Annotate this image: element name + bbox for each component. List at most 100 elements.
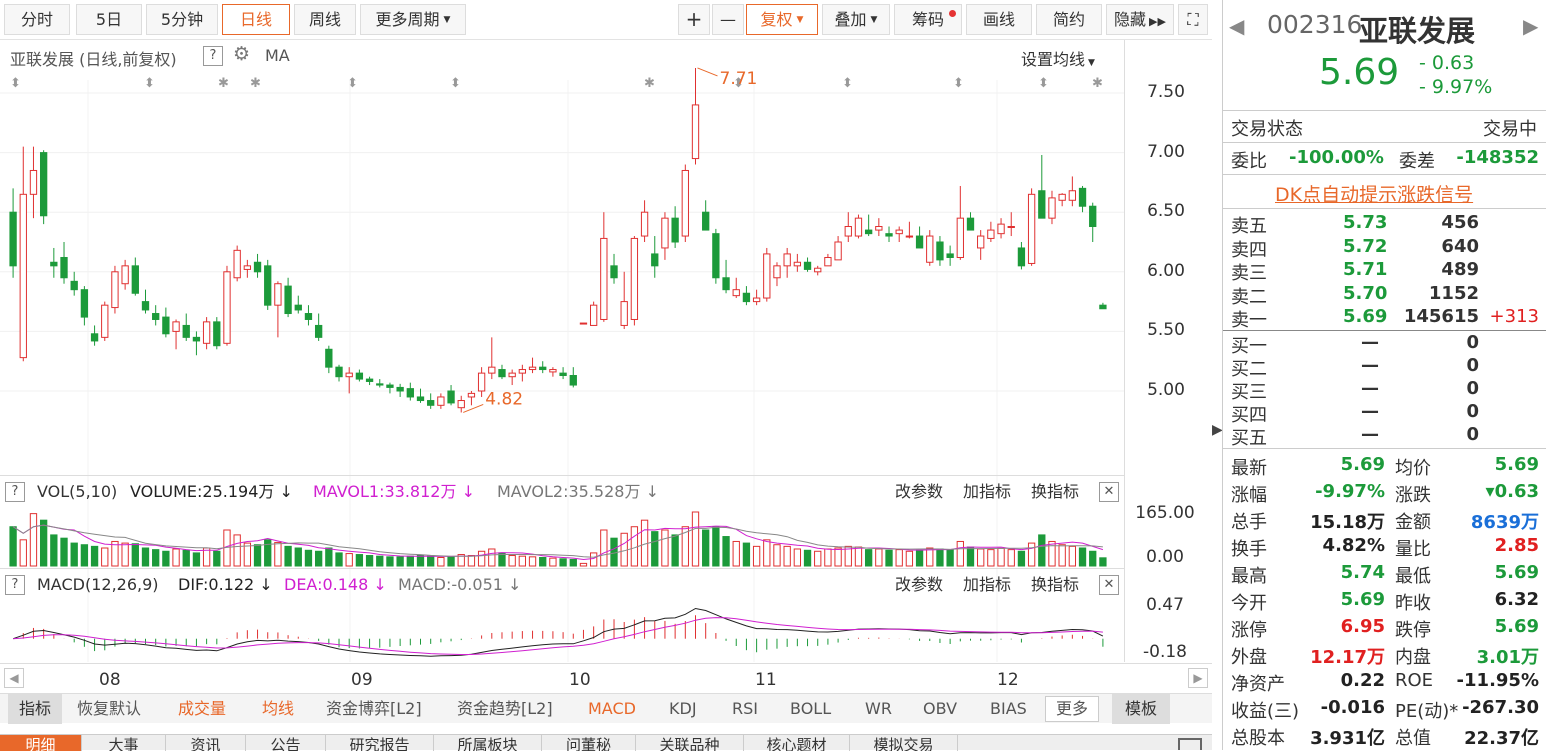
obv-indicator-button[interactable]: OBV [923, 694, 957, 724]
candle-body [111, 271, 119, 309]
period-button-fenshi[interactable]: 分时 [4, 4, 70, 35]
more-periods-dropdown[interactable]: 更多周期 ▼ [360, 4, 466, 35]
macd-indicator-button[interactable]: MACD [588, 694, 636, 724]
fullscreen-icon[interactable]: ⛶ [1178, 4, 1208, 35]
restore-default-button[interactable]: 恢复默认 [77, 694, 141, 724]
template-button[interactable]: 模板 [1112, 694, 1170, 724]
vol-edit-params-button[interactable]: 改参数 [895, 479, 943, 505]
candle-body [1027, 193, 1036, 264]
candle-body [1078, 187, 1087, 207]
volume-indicator-button[interactable]: 成交量 [178, 694, 226, 724]
volume-bar [752, 545, 761, 567]
tab-sim-trade[interactable]: 模拟交易 [850, 735, 958, 751]
volume-bar [1089, 550, 1097, 567]
volume-bar [386, 556, 394, 567]
arrow-down-icon: ↓ [259, 575, 273, 594]
macd-switch-indicator-button[interactable]: 换指标 [1031, 572, 1079, 598]
candle-body [702, 211, 710, 231]
period-button-5min[interactable]: 5分钟 [146, 4, 218, 35]
candle-body [427, 400, 435, 406]
volume-bar [39, 519, 48, 567]
volume-bar [1027, 542, 1036, 567]
stat-value: 3.01万 [1476, 647, 1539, 668]
tab-news[interactable]: 资讯 [166, 735, 246, 751]
dk-signal-link[interactable]: DK点自动提示涨跌信号 [1275, 180, 1473, 207]
candle-body [152, 313, 160, 320]
volume-bar [946, 549, 954, 567]
close-icon[interactable]: ✕ [1099, 575, 1119, 595]
tab-research[interactable]: 研究报告 [326, 735, 434, 751]
chips-button[interactable]: 筹码 [894, 4, 962, 35]
simple-mode-button[interactable]: 简约 [1036, 4, 1102, 35]
candle-body [121, 265, 129, 285]
next-stock-icon[interactable]: ▶ [1523, 14, 1538, 38]
candle-body [915, 235, 924, 249]
candle-body [905, 235, 914, 238]
candle-body [264, 265, 272, 306]
candle-body [773, 265, 781, 279]
period-button-weekly[interactable]: 周线 [294, 4, 356, 35]
macd-edit-params-button[interactable]: 改参数 [895, 572, 943, 598]
sell-change: +313 [1489, 306, 1539, 327]
volume-bar [60, 537, 68, 567]
hide-panel-button[interactable]: 隐藏 ▶▶ [1106, 4, 1174, 35]
sell-volume: 456 [1441, 212, 1479, 233]
tab-detail[interactable]: 明细 [0, 735, 82, 751]
boll-indicator-button[interactable]: BOLL [790, 694, 831, 724]
candle-body [987, 229, 995, 239]
prev-stock-icon[interactable]: ◀ [1229, 14, 1244, 38]
zoom-in-button[interactable]: + [678, 4, 710, 35]
overlay-dropdown[interactable]: 叠加 ▼ [822, 4, 890, 35]
fund-trend-button[interactable]: 资金趋势[L2] [457, 694, 553, 724]
scroll-left-icon[interactable]: ◀ [4, 668, 24, 688]
tab-events[interactable]: 大事 [82, 735, 166, 751]
candle-body [396, 386, 404, 392]
rsi-indicator-button[interactable]: RSI [732, 694, 758, 724]
volume-bar [691, 511, 700, 567]
scroll-right-icon[interactable]: ▶ [1188, 668, 1208, 688]
candle-body [437, 396, 445, 406]
expand-icon[interactable] [1178, 738, 1202, 750]
tab-announcements[interactable]: 公告 [246, 735, 326, 751]
volume-bar [559, 558, 567, 567]
stat-value: -11.95% [1456, 670, 1539, 691]
help-icon[interactable]: ? [5, 575, 25, 595]
vol-switch-indicator-button[interactable]: 换指标 [1031, 479, 1079, 505]
period-button-daily[interactable]: 日线 [222, 4, 290, 35]
candle-body [498, 369, 506, 378]
candle-body [488, 366, 496, 374]
stat-label: 涨停 [1231, 620, 1267, 641]
kdj-indicator-button[interactable]: KDJ [669, 694, 697, 724]
buy-price: — [1361, 424, 1379, 445]
candle-body [946, 253, 954, 258]
zoom-out-button[interactable]: — [712, 4, 744, 35]
volume-bar [182, 549, 190, 567]
help-icon[interactable]: ? [5, 482, 25, 502]
ma-indicator-button[interactable]: 均线 [262, 694, 294, 724]
tab-related[interactable]: 关联品种 [636, 735, 744, 751]
fund-game-button[interactable]: 资金博弈[L2] [326, 694, 422, 724]
collapse-arrow-icon[interactable]: ▶ [1212, 415, 1223, 445]
volume-bar [834, 547, 842, 567]
draw-line-button[interactable]: 画线 [966, 4, 1032, 35]
indicator-tab[interactable]: 指标 [8, 694, 62, 724]
wr-indicator-button[interactable]: WR [865, 694, 892, 724]
tab-ask-secretary[interactable]: 问董秘 [542, 735, 636, 751]
tab-sectors[interactable]: 所属板块 [434, 735, 542, 751]
volume-bar [325, 547, 333, 567]
period-button-5day[interactable]: 5日 [76, 4, 142, 35]
bias-indicator-button[interactable]: BIAS [990, 694, 1027, 724]
vol-add-indicator-button[interactable]: 加指标 [963, 479, 1011, 505]
volume-bar [1078, 547, 1087, 567]
stat-label: 总股本 [1231, 728, 1285, 749]
candle-body [19, 193, 27, 359]
more-indicators-button[interactable]: 更多 [1045, 696, 1099, 722]
volume-bar [783, 545, 791, 567]
close-icon[interactable]: ✕ [1099, 482, 1119, 502]
tab-themes[interactable]: 核心题材 [744, 735, 850, 751]
mavol1-text: MAVOL1:33.812万 [313, 482, 457, 501]
stat-value: ▾0.63 [1485, 481, 1539, 502]
sell-price: 5.72 [1343, 235, 1388, 257]
fuquan-dropdown[interactable]: 复权 ▼ [746, 4, 818, 35]
macd-add-indicator-button[interactable]: 加指标 [963, 572, 1011, 598]
